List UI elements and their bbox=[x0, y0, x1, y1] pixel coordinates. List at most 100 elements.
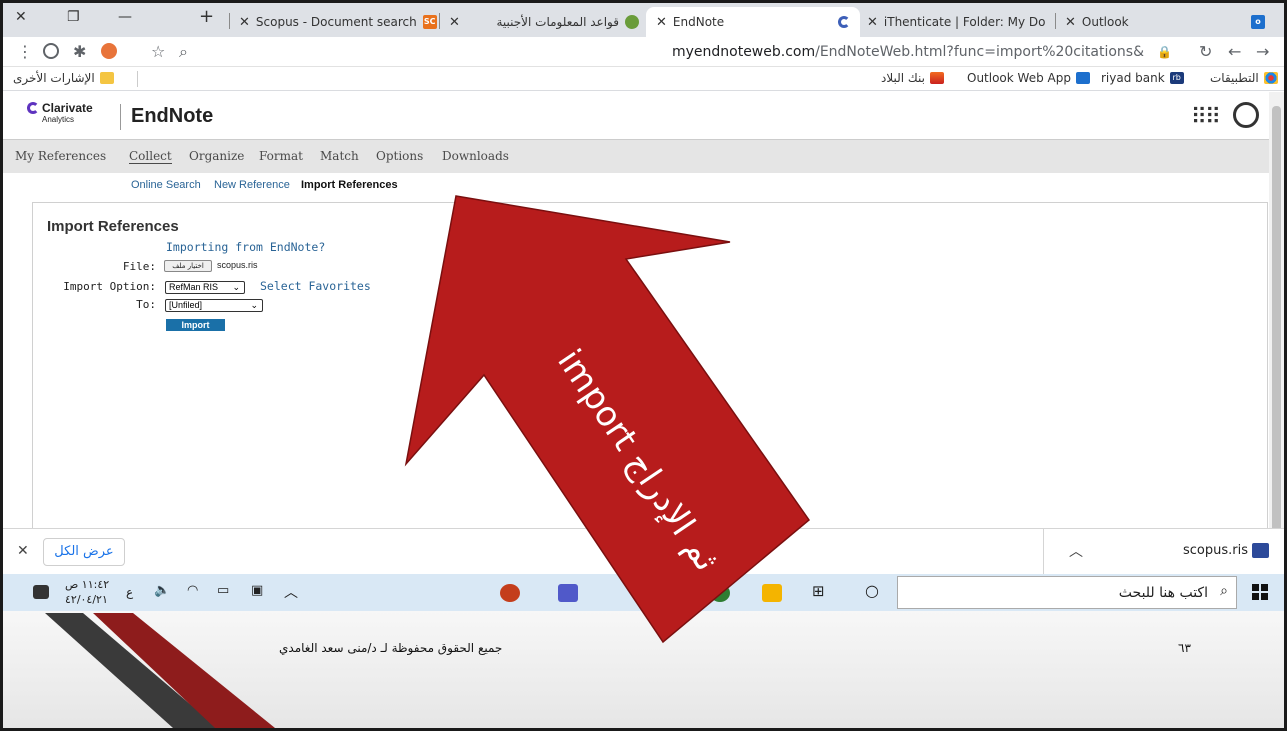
task-view-icon[interactable]: ⊞ bbox=[812, 582, 825, 600]
albilad-icon bbox=[930, 72, 945, 84]
menu-kebab-icon[interactable]: ⋮ bbox=[17, 42, 33, 61]
reload-icon[interactable]: ↻ bbox=[1199, 42, 1212, 61]
tab-label: iThenticate | Folder: My Do bbox=[883, 15, 1046, 29]
screenshot-frame: ✕ ❐ — + ✕ Scopus - Document search SC ✕ … bbox=[0, 0, 1287, 731]
tab-outlook[interactable]: ✕ Outlook o bbox=[1065, 7, 1265, 37]
header-divider bbox=[120, 104, 121, 130]
chosen-file-name: scopus.ris bbox=[217, 260, 258, 270]
close-tab-icon[interactable]: ✕ bbox=[656, 15, 667, 30]
extensions-icon[interactable]: ✱ bbox=[73, 42, 86, 61]
apps-grid-icon[interactable]: ⠿⠿ bbox=[1191, 105, 1221, 130]
search-icon: ⌕ bbox=[1220, 583, 1228, 599]
importing-from-endnote-link[interactable]: Importing from EndNote? bbox=[166, 240, 325, 254]
lock-icon[interactable]: 🔒 bbox=[1157, 45, 1172, 59]
folder-icon bbox=[99, 72, 114, 84]
wifi-icon[interactable]: ◠ bbox=[187, 583, 198, 598]
clarivate-logo[interactable]: Clarivate Analytics bbox=[27, 102, 93, 126]
tab-label: Outlook bbox=[1081, 15, 1129, 29]
bookmark-riyad-bank[interactable]: riyad bank rb bbox=[1101, 71, 1184, 85]
notifications-icon[interactable] bbox=[33, 585, 49, 599]
back-icon[interactable]: → bbox=[1256, 42, 1269, 61]
input-language[interactable]: ع bbox=[126, 585, 133, 599]
import-option-label: Import Option: bbox=[63, 280, 156, 293]
scrollbar-thumb[interactable] bbox=[1272, 106, 1281, 546]
cortana-icon[interactable]: ○ bbox=[865, 581, 879, 600]
subnav-import-references[interactable]: Import References bbox=[301, 179, 398, 191]
new-tab-icon[interactable]: + bbox=[199, 6, 214, 27]
search-icon[interactable]: ⌕ bbox=[179, 42, 188, 62]
clock-date[interactable]: ٤٢/٠٤/٢١ bbox=[65, 593, 108, 606]
bookmark-outlook-web-app[interactable]: Outlook Web App bbox=[967, 71, 1090, 85]
file-label: File: bbox=[122, 260, 156, 273]
nav-my-references[interactable]: My References bbox=[15, 149, 106, 163]
vertical-scrollbar[interactable] bbox=[1269, 92, 1284, 546]
taskbar-search-input[interactable]: اكتب هنا للبحث ⌕ bbox=[897, 576, 1237, 609]
riyad-bank-icon: rb bbox=[1169, 72, 1184, 84]
screen-icon[interactable]: ▣ bbox=[251, 583, 263, 598]
slide-page-number: ٦٣ bbox=[1178, 641, 1191, 655]
minimize-window-icon[interactable]: — bbox=[118, 9, 132, 25]
close-tab-icon[interactable]: ✕ bbox=[867, 15, 878, 30]
nav-collect[interactable]: Collect bbox=[129, 149, 172, 164]
battery-icon[interactable]: ▭ bbox=[217, 583, 229, 598]
endnote-header: Clarivate Analytics EndNote ⠿⠿ bbox=[3, 92, 1269, 140]
account-icon[interactable] bbox=[1233, 102, 1259, 128]
bookmark-star-icon[interactable]: ☆ bbox=[151, 42, 165, 61]
bookmarks-bar: الإشارات الأخرى بنك البلاد Outlook Web A… bbox=[3, 67, 1284, 91]
close-tab-icon[interactable]: ✕ bbox=[239, 15, 250, 30]
to-group-select[interactable]: [Unfiled] ⌄ bbox=[165, 299, 263, 312]
teams-icon[interactable] bbox=[558, 584, 578, 602]
subnav-new-reference[interactable]: New Reference bbox=[214, 179, 290, 191]
restore-window-icon[interactable]: ❐ bbox=[67, 9, 80, 25]
other-bookmarks[interactable]: الإشارات الأخرى bbox=[13, 71, 114, 85]
nav-organize[interactable]: Organize bbox=[189, 149, 244, 163]
nav-downloads[interactable]: Downloads bbox=[442, 149, 509, 163]
browser-tab-bar: ✕ ❐ — + ✕ Scopus - Document search SC ✕ … bbox=[3, 3, 1284, 37]
other-bookmarks-label: الإشارات الأخرى bbox=[13, 71, 95, 85]
clock-time[interactable]: ١١:٤٢ ص bbox=[65, 578, 109, 591]
tab-label: Scopus - Document search bbox=[255, 15, 417, 29]
import-option-select[interactable]: RefMan RIS ⌄ bbox=[165, 281, 245, 294]
chevron-up-icon[interactable]: ︿ bbox=[1069, 541, 1083, 561]
copyright-text: جميع الحقوق محفوظة لـ د/منى سعد الغامدي bbox=[279, 641, 503, 655]
tab-endnote[interactable]: ✕ EndNote bbox=[646, 7, 860, 37]
close-tab-icon[interactable]: ✕ bbox=[449, 15, 460, 30]
chrome-icon[interactable] bbox=[710, 584, 730, 602]
close-window-icon[interactable]: ✕ bbox=[15, 9, 27, 25]
profile-icon[interactable] bbox=[43, 43, 59, 59]
windows-start-icon[interactable] bbox=[1252, 584, 1268, 600]
import-button[interactable]: Import bbox=[166, 319, 225, 331]
close-tab-icon[interactable]: ✕ bbox=[1065, 15, 1076, 30]
nav-format[interactable]: Format bbox=[259, 149, 303, 163]
tab-foreign-databases[interactable]: ✕ قواعد المعلومات الأجنبية bbox=[449, 7, 639, 37]
tab-ithenticate[interactable]: ✕ iThenticate | Folder: My Do ✔ bbox=[867, 7, 1047, 37]
url-path: /EndNoteWeb.html?func=import%20citations… bbox=[815, 44, 1144, 60]
powerpoint-icon[interactable] bbox=[500, 584, 520, 602]
chevron-down-icon: ⌄ bbox=[250, 300, 258, 310]
bookmark-albilad[interactable]: بنك البلاد bbox=[881, 71, 945, 85]
extension-app-icon[interactable] bbox=[101, 43, 117, 59]
chevron-up-icon[interactable]: ︿ bbox=[284, 582, 298, 602]
sub-nav: Online Search New Reference Import Refer… bbox=[3, 173, 1269, 197]
tab-scopus[interactable]: ✕ Scopus - Document search SC bbox=[239, 7, 439, 37]
show-all-downloads-button[interactable]: عرض الكل bbox=[43, 538, 125, 566]
close-download-bar-icon[interactable]: ✕ bbox=[17, 543, 29, 559]
nav-match[interactable]: Match bbox=[320, 149, 359, 163]
downloaded-file[interactable]: scopus.ris bbox=[1183, 543, 1248, 558]
download-bar: ✕ عرض الكل ︿ scopus.ris bbox=[3, 528, 1284, 575]
choose-file-button[interactable]: اختيار ملف bbox=[164, 260, 212, 272]
nav-options[interactable]: Options bbox=[376, 149, 423, 163]
outlook-icon: o bbox=[1251, 15, 1265, 29]
volume-icon[interactable]: 🔈 bbox=[154, 583, 170, 598]
select-favorites-link[interactable]: Select Favorites bbox=[260, 279, 371, 293]
bookmark-label: بنك البلاد bbox=[881, 71, 926, 85]
windows-taskbar: ١١:٤٢ ص ٤٢/٠٤/٢١ ع 🔈 ◠ ▭ ▣ ︿ ⊞ ○ اكتب هن… bbox=[3, 574, 1284, 611]
url-field[interactable]: myendnoteweb.com/EndNoteWeb.html?func=im… bbox=[672, 44, 1144, 60]
tab-label: قواعد المعلومات الأجنبية bbox=[496, 15, 619, 29]
file-explorer-icon[interactable] bbox=[762, 584, 782, 602]
subnav-online-search[interactable]: Online Search bbox=[131, 179, 201, 191]
bookmark-apps[interactable]: التطبيقات bbox=[1210, 71, 1278, 85]
file-icon bbox=[1252, 543, 1269, 558]
forward-icon[interactable]: ← bbox=[1228, 42, 1241, 61]
address-bar: ⋮ ✱ ☆ ⌕ myendnoteweb.com/EndNoteWeb.html… bbox=[3, 37, 1284, 67]
